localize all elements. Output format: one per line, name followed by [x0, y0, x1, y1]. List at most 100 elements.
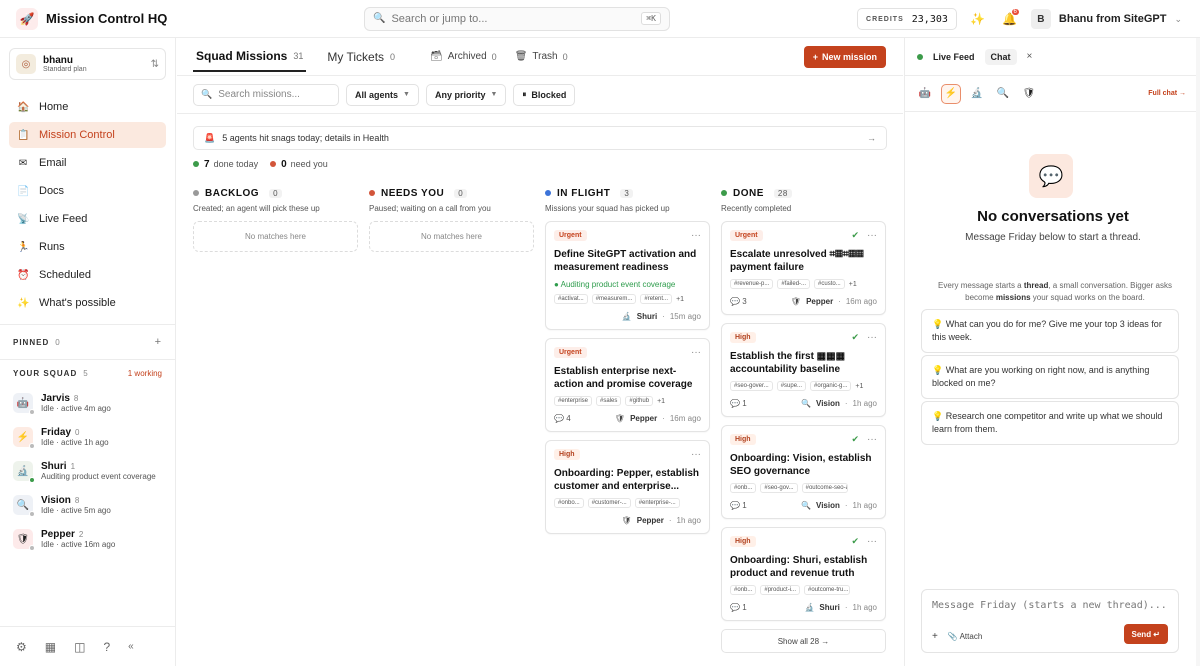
panel-tabs: Live Feed Chat ×: [905, 38, 1200, 76]
tab-squad-missions[interactable]: Squad Missions 31: [193, 42, 307, 72]
nav-item-runs[interactable]: 🏃 Runs: [9, 234, 166, 260]
mission-search-input[interactable]: 🔍 Search missions...: [193, 83, 339, 106]
suggestion-button[interactable]: 💡 What are you working on right now, and…: [921, 355, 1179, 399]
column-count: 3: [620, 188, 634, 198]
grid-icon[interactable]: ▦: [45, 640, 56, 654]
more-tags: +1: [657, 397, 666, 405]
more-options-icon[interactable]: ···: [691, 230, 701, 241]
tab-archived[interactable]: 🗃 Archived 0: [430, 51, 497, 62]
more-options-icon[interactable]: ···: [867, 230, 877, 241]
nav-item-label: Live Feed: [39, 213, 88, 225]
mission-card[interactable]: Urgent ✔ ··· Escalate unresolved ⌗▦⌗▦▦ pay…: [721, 221, 886, 315]
more-options-icon[interactable]: ···: [867, 434, 877, 445]
more-options-icon[interactable]: ···: [691, 347, 701, 358]
magnifier-icon[interactable]: 🔍: [993, 84, 1013, 104]
suggestion-button[interactable]: 💡 What can you do for me? Give me your t…: [921, 309, 1179, 353]
tab-label: My Tickets: [327, 49, 385, 64]
tab-label: Archived: [447, 51, 487, 62]
plus-icon[interactable]: +: [932, 631, 938, 642]
more-options-icon[interactable]: ···: [867, 536, 877, 547]
warning-icon: 🚨: [204, 132, 216, 143]
tab-chat[interactable]: Chat: [984, 48, 1017, 65]
message-composer[interactable]: Message Friday (starts a new thread)... …: [921, 589, 1179, 653]
nav-item-home[interactable]: 🏠 Home: [9, 94, 166, 120]
workspace-switcher[interactable]: ◎ bhanu Standard plan ⇅: [9, 48, 166, 80]
blocked-filter[interactable]: ⏸ Blocked: [513, 83, 576, 106]
assignee: Pepper: [636, 516, 664, 525]
workspace-logo-icon: ◎: [16, 54, 36, 74]
pinned-section[interactable]: PINNED 0 +: [0, 325, 175, 359]
health-alert[interactable]: 🚨 5 agents hit snags today; details in H…: [193, 126, 887, 150]
tag-list: #onb...#seo-gov...#outcome-seo-a...: [730, 483, 877, 493]
status-dot: [721, 190, 727, 196]
agent-count: 8: [73, 394, 79, 403]
robot-icon[interactable]: 🤖: [915, 84, 935, 104]
nav-item-live-feed[interactable]: 📡 Live Feed: [9, 206, 166, 232]
user-menu[interactable]: B Bhanu from SiteGPT ⌄: [1030, 9, 1182, 29]
send-button[interactable]: Send ↵: [1123, 624, 1168, 644]
agent-friday[interactable]: ⚡ Friday 0 Idle · active 1h ago: [0, 420, 175, 454]
magnifier-icon: 🔍: [801, 501, 811, 510]
nav-item-mission-control[interactable]: 📋 Mission Control: [9, 122, 166, 148]
close-icon[interactable]: ×: [1027, 51, 1033, 62]
search-placeholder: Search missions...: [218, 89, 300, 100]
chevron-down-icon: ⌄: [1174, 13, 1182, 24]
full-chat-link[interactable]: Full chat →: [1148, 90, 1186, 97]
brand[interactable]: 🚀 Mission Control HQ: [0, 7, 364, 30]
help-icon[interactable]: ?: [103, 640, 110, 654]
global-search-input[interactable]: 🔍 Search or jump to... ⌘K: [364, 6, 670, 31]
nav-item-whats-possible[interactable]: ✨ What's possible: [9, 290, 166, 316]
need-you-stat: 0 need you: [270, 159, 328, 170]
tag-list: #onb... #product-i... #outcome-tru...: [730, 585, 877, 595]
nav-item-docs[interactable]: 📄 Docs: [9, 178, 166, 204]
plus-icon: +: [812, 51, 818, 62]
mission-card[interactable]: High ✔ ··· Onboarding: Shuri, establish pr…: [721, 527, 886, 621]
more-options-icon[interactable]: ···: [691, 449, 701, 460]
tab-label: Trash: [532, 51, 558, 62]
tab-live-feed[interactable]: Live Feed: [933, 52, 975, 62]
agent-status: Idle · active 4m ago: [41, 404, 111, 413]
mission-card[interactable]: Urgent ··· Establish enterprise next-acti…: [545, 338, 710, 432]
agent-pepper[interactable]: 🛡 Pepper 2 Idle · active 16m ago: [0, 522, 175, 556]
suggestion-button[interactable]: 💡 Research one competitor and write up w…: [921, 401, 1179, 445]
agent-shuri[interactable]: 🔬 Shuri 1 Auditing product event coverage: [0, 454, 175, 488]
agent-jarvis[interactable]: 🤖 Jarvis 8 Idle · active 4m ago: [0, 386, 175, 420]
add-pin-icon[interactable]: +: [155, 336, 162, 348]
pinned-count: 0: [55, 337, 61, 347]
scrollbar[interactable]: [1196, 38, 1200, 666]
mission-card[interactable]: High ✔ ··· Onboarding: Vision, establish S…: [721, 425, 886, 519]
book-icon[interactable]: ◫: [74, 640, 85, 654]
check-icon: ✔: [851, 434, 859, 444]
mission-card[interactable]: High ··· Onboarding: Pepper, establish cu…: [545, 440, 710, 534]
microscope-icon[interactable]: 🔬: [967, 84, 987, 104]
nav-item-email[interactable]: ✉ Email: [9, 150, 166, 176]
tab-my-tickets[interactable]: My Tickets 0: [324, 42, 398, 72]
settings-icon[interactable]: ⚙: [16, 640, 27, 654]
nav-item-scheduled[interactable]: ⏰ Scheduled: [9, 262, 166, 288]
credits-value: 23,303: [911, 13, 948, 25]
shield-icon[interactable]: 🛡: [1019, 84, 1039, 104]
trash-icon: 🗑: [514, 51, 528, 62]
new-mission-button[interactable]: + New mission: [803, 45, 886, 68]
lightning-icon[interactable]: ⚡: [941, 83, 961, 104]
bell-icon[interactable]: 🔔 6: [999, 8, 1021, 30]
show-all-button[interactable]: Show all 28 →: [721, 629, 886, 653]
attach-button[interactable]: 📎 Attach: [948, 632, 982, 641]
robot-icon: 🤖: [13, 393, 35, 415]
tab-trash[interactable]: 🗑 Trash 0: [515, 51, 568, 62]
live-indicator: [917, 53, 923, 60]
collapse-sidebar-icon[interactable]: «: [128, 641, 134, 652]
agents-filter[interactable]: All agents ▼: [346, 83, 419, 106]
alert-text: 5 agents hit snags today; details in Hea…: [222, 133, 389, 143]
expand-collapse-icon: ⇅: [150, 58, 159, 70]
lightning-icon: ⚡: [13, 427, 35, 449]
credits-display[interactable]: CREDITS 23,303: [857, 8, 957, 30]
sparkle-icon[interactable]: ✨: [967, 8, 989, 30]
agent-vision[interactable]: 🔍 Vision 8 Idle · active 5m ago: [0, 488, 175, 522]
mission-card[interactable]: Urgent ··· Define SiteGPT activation and …: [545, 221, 710, 330]
more-options-icon[interactable]: ···: [867, 332, 877, 343]
agent-name: Shuri: [41, 461, 67, 472]
composer-placeholder: Message Friday (starts a new thread)...: [932, 600, 1167, 611]
priority-filter[interactable]: Any priority ▼: [425, 83, 507, 106]
mission-card[interactable]: High ✔ ··· Establish the first ▦▦▦ account…: [721, 323, 886, 417]
